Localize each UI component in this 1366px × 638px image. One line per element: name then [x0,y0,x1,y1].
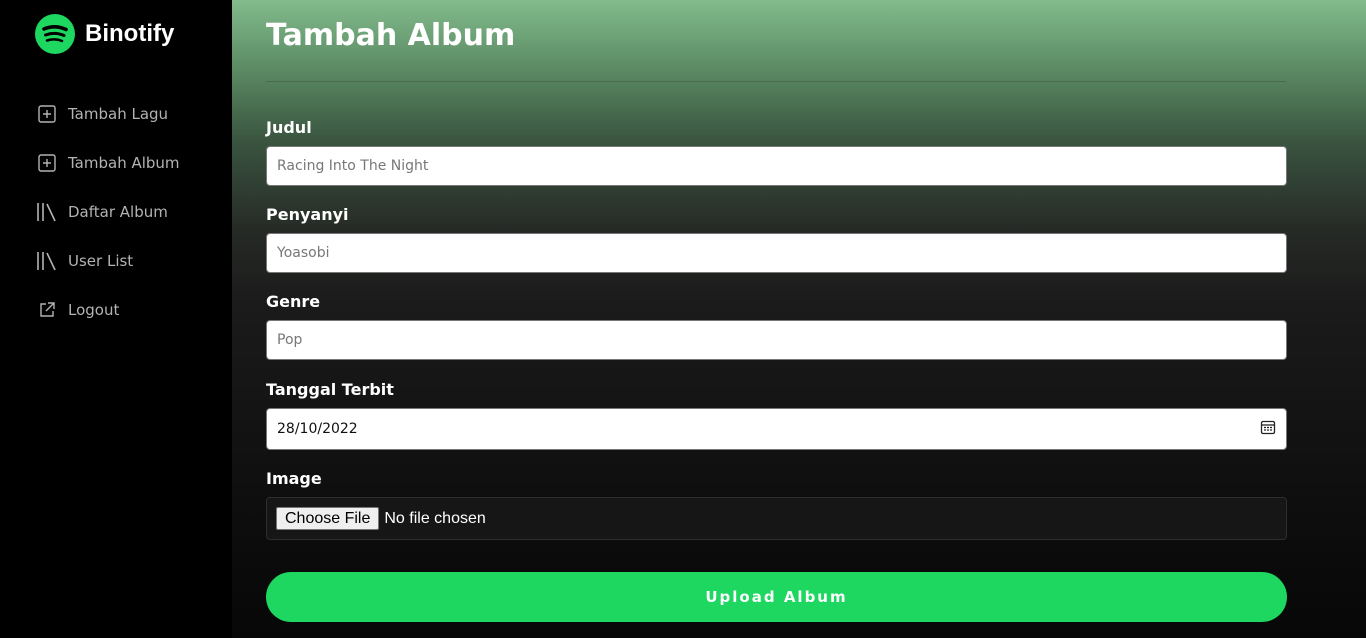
tanggal-terbit-input[interactable]: 28/10/2022 [266,408,1287,450]
sidebar-item-user-list[interactable]: User List [36,236,180,285]
judul-input[interactable] [266,146,1287,186]
external-link-icon [36,299,58,321]
spotify-logo-icon [35,14,75,54]
plus-square-icon [36,152,58,174]
tanggal-terbit-value: 28/10/2022 [277,421,358,437]
main-content: Tambah Album Judul Penyanyi Genre Tangga… [232,0,1366,638]
genre-label: Genre [266,292,321,311]
sidebar-item-label: User List [68,251,134,270]
page-title: Tambah Album [266,18,516,53]
upload-album-button[interactable]: Upload Album [266,572,1287,622]
sidebar-item-logout[interactable]: Logout [36,285,180,334]
title-divider [266,81,1286,82]
file-status-text: No file chosen [384,509,486,527]
sidebar-item-daftar-album[interactable]: Daftar Album [36,187,180,236]
penyanyi-input[interactable] [266,233,1287,273]
library-icon [36,201,58,223]
sidebar-item-label: Tambah Album [68,153,180,172]
sidebar-item-label: Tambah Lagu [68,104,169,123]
choose-file-button[interactable]: Choose File [276,507,380,530]
sidebar-item-label: Logout [68,300,120,319]
sidebar-item-tambah-album[interactable]: Tambah Album [36,138,180,187]
penyanyi-label: Penyanyi [266,205,349,224]
sidebar: Binotify Tambah Lagu Tambah Album Daftar… [0,0,232,638]
sidebar-nav: Tambah Lagu Tambah Album Daftar Album Us… [36,89,180,334]
judul-label: Judul [266,118,312,137]
tanggal-terbit-label: Tanggal Terbit [266,380,394,399]
library-icon [36,250,58,272]
image-label: Image [266,469,322,488]
calendar-icon[interactable] [1260,419,1276,439]
sidebar-item-label: Daftar Album [68,202,168,221]
brand-name: Binotify [85,20,175,47]
brand-logo[interactable]: Binotify [35,14,174,54]
genre-input[interactable] [266,320,1287,360]
plus-square-icon [36,103,58,125]
sidebar-item-tambah-lagu[interactable]: Tambah Lagu [36,89,180,138]
image-file-input[interactable]: Choose File No file chosen [266,497,1287,540]
